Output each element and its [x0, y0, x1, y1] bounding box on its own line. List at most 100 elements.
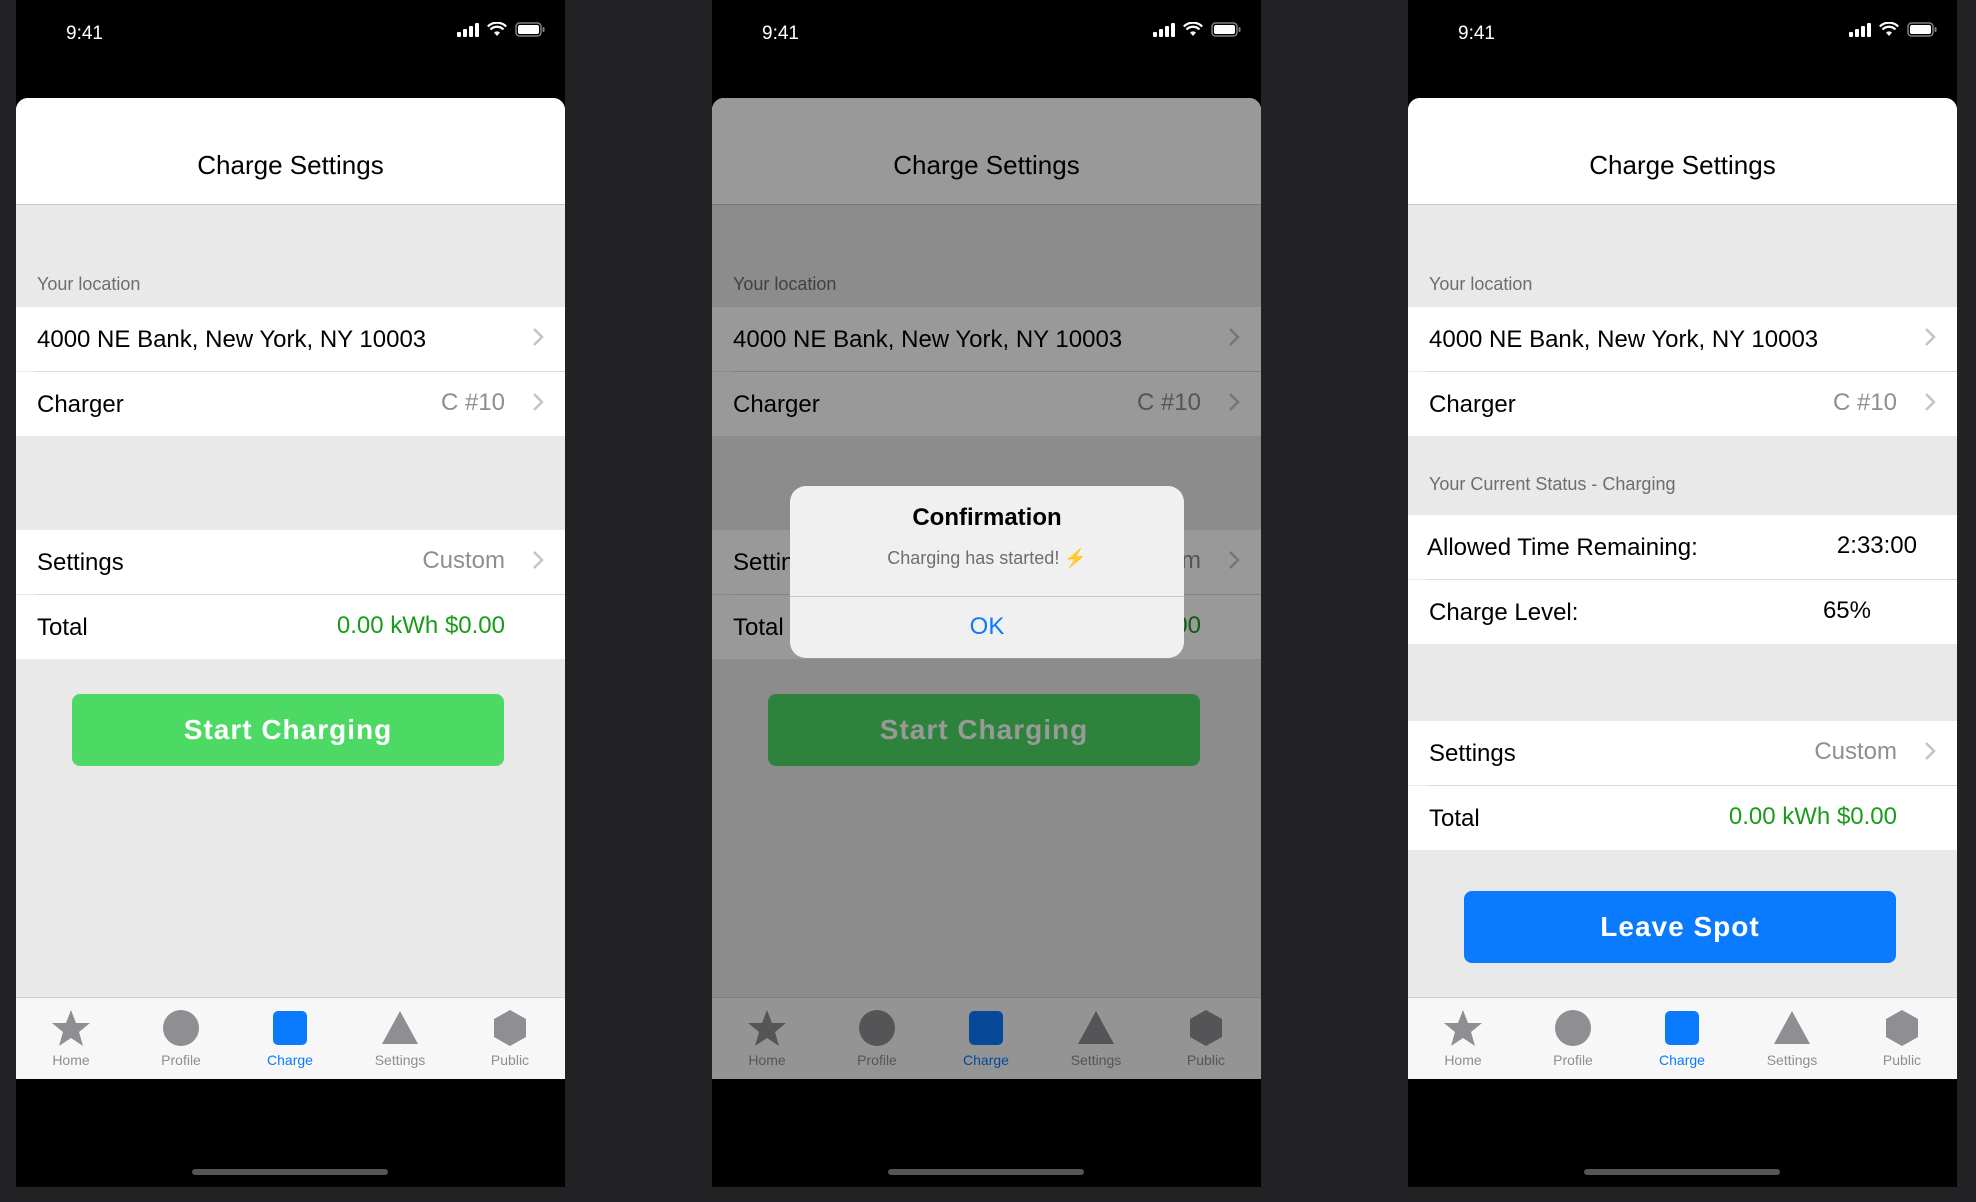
settings-row[interactable]: Settings Custom	[1408, 721, 1957, 785]
location-row[interactable]: 4000 NE Bank, New York, NY 10003	[16, 307, 565, 371]
alert-title: Confirmation	[912, 504, 1062, 531]
charger-label: Charger	[37, 391, 124, 418]
triangle-icon	[380, 1008, 420, 1048]
settings-value: Custom	[422, 547, 505, 574]
settings-label: Settings	[1429, 740, 1516, 767]
star-icon	[51, 1008, 91, 1048]
status-section-label: Your Current Status - Charging	[1429, 474, 1676, 494]
cellular-signal-icon	[1153, 22, 1175, 37]
status-bar: 9:41	[1408, 0, 1957, 70]
chevron-right-icon	[533, 393, 544, 411]
tab-home[interactable]: Home	[16, 998, 126, 1079]
settings-row[interactable]: Settings Custom	[16, 530, 565, 594]
tab-label: Charge	[1659, 1052, 1705, 1068]
charge-level-value: 65%	[1822, 597, 1871, 624]
page-title: Charge Settings	[1589, 150, 1776, 180]
charger-label: Charger	[1429, 391, 1516, 418]
status-bar: 9:41	[16, 0, 565, 70]
charge-level-row: Charge Level: 65%	[1408, 580, 1957, 644]
tab-profile[interactable]: Profile	[126, 998, 236, 1079]
total-value: 0.00 kWh $0.00	[1728, 803, 1897, 830]
status-time: 9:41	[66, 23, 103, 44]
hexagon-icon	[1882, 1008, 1922, 1048]
allowed-time-value: 2:33:00	[1836, 532, 1917, 559]
tab-public[interactable]: Public	[455, 998, 565, 1079]
allowed-time-label: Allowed Time Remaining:	[1427, 534, 1698, 561]
chevron-right-icon	[1925, 742, 1936, 760]
app-screen: Charge Settings Your location 4000 NE Ba…	[1408, 98, 1957, 1079]
tab-label: Home	[1444, 1052, 1482, 1068]
square-icon	[270, 1008, 310, 1048]
allowed-time-row: Allowed Time Remaining: 2:33:00	[1408, 515, 1957, 579]
alert-message-text: Charging has started!	[887, 548, 1060, 568]
charger-row[interactable]: Charger C #10	[1408, 372, 1957, 436]
home-indicator[interactable]	[192, 1169, 388, 1175]
circle-icon	[161, 1008, 201, 1048]
chevron-right-icon	[1925, 328, 1936, 346]
status-time: 9:41	[1458, 23, 1495, 44]
alert-message: Charging has started! ⚡	[790, 548, 1184, 569]
square-icon	[1662, 1008, 1702, 1048]
location-address: 4000 NE Bank, New York, NY 10003	[37, 326, 427, 353]
page-title: Charge Settings	[197, 150, 384, 180]
triangle-icon	[1772, 1008, 1812, 1048]
total-label: Total	[37, 614, 88, 641]
wifi-icon	[1879, 22, 1899, 36]
navigation-bar: Charge Settings	[1408, 98, 1957, 205]
tab-public[interactable]: Public	[1847, 998, 1957, 1079]
location-address: 4000 NE Bank, New York, NY 10003	[1429, 326, 1819, 353]
tab-label: Settings	[374, 1052, 426, 1068]
chevron-right-icon	[533, 551, 544, 569]
leave-spot-button[interactable]: Leave Spot	[1464, 891, 1896, 963]
battery-icon	[515, 22, 545, 37]
chevron-right-icon	[1925, 393, 1936, 411]
tab-label: Settings	[1766, 1052, 1818, 1068]
tab-settings[interactable]: Settings	[1737, 998, 1847, 1079]
total-label: Total	[1429, 805, 1480, 832]
tab-bar: Home Profile Charge Settings Public	[16, 997, 565, 1079]
star-icon	[1443, 1008, 1483, 1048]
app-screen: Charge Settings Your location 4000 NE Ba…	[16, 98, 565, 1079]
tab-charge[interactable]: Charge	[1627, 998, 1737, 1079]
hexagon-icon	[490, 1008, 530, 1048]
location-section-label: Your location	[1429, 274, 1533, 294]
total-value: 0.00 kWh $0.00	[336, 612, 505, 639]
tab-label: Charge	[267, 1052, 313, 1068]
tab-home[interactable]: Home	[1408, 998, 1518, 1079]
start-charging-button[interactable]: Start Charging	[72, 694, 504, 766]
cellular-signal-icon	[1849, 22, 1871, 37]
settings-label: Settings	[37, 549, 124, 576]
charge-level-label: Charge Level:	[1429, 599, 1579, 626]
tab-profile[interactable]: Profile	[1518, 998, 1628, 1079]
tab-label: Home	[52, 1052, 90, 1068]
phone-screen-charge-settings: 9:41 Charge Settings Your location 4000 …	[16, 0, 565, 1187]
tab-label: Profile	[161, 1052, 201, 1068]
circle-icon	[1553, 1008, 1593, 1048]
charger-row[interactable]: Charger C #10	[16, 372, 565, 436]
tab-label: Profile	[1553, 1052, 1593, 1068]
tab-label: Public	[490, 1052, 530, 1068]
wifi-icon	[1183, 22, 1203, 36]
battery-icon	[1907, 22, 1937, 37]
status-time: 9:41	[762, 23, 799, 44]
location-row[interactable]: 4000 NE Bank, New York, NY 10003	[1408, 307, 1957, 371]
phone-screen-confirmation: 9:41 Charge Settings Your location 4000 …	[712, 0, 1261, 1187]
phone-screen-charging-status: 9:41 Charge Settings Your location 4000 …	[1408, 0, 1957, 1187]
status-bar: 9:41	[712, 0, 1261, 70]
tab-charge[interactable]: Charge	[235, 998, 345, 1079]
home-indicator[interactable]	[1584, 1169, 1780, 1175]
cellular-signal-icon	[457, 22, 479, 37]
navigation-bar: Charge Settings	[16, 98, 565, 205]
home-indicator[interactable]	[888, 1169, 1084, 1175]
total-row: Total 0.00 kWh $0.00	[16, 595, 565, 659]
location-section-label: Your location	[37, 274, 141, 294]
tab-bar: Home Profile Charge Settings Public	[1408, 997, 1957, 1079]
tab-settings[interactable]: Settings	[345, 998, 455, 1079]
battery-icon	[1211, 22, 1241, 37]
settings-value: Custom	[1814, 738, 1897, 765]
tab-label: Public	[1882, 1052, 1922, 1068]
charger-value: C #10	[440, 389, 505, 416]
alert-ok-button[interactable]: OK	[790, 596, 1184, 658]
chevron-right-icon	[533, 328, 544, 346]
confirmation-alert: Confirmation Charging has started! ⚡ OK	[790, 486, 1184, 658]
